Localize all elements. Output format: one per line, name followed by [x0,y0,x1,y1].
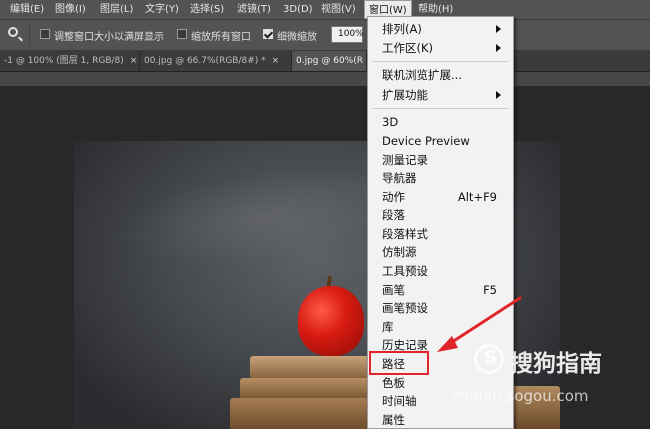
horizontal-ruler [0,72,650,87]
divider [29,24,30,46]
scrubby-zoom-label: 细微缩放 [277,32,317,43]
menu-item-device-preview[interactable]: Device Preview [382,132,503,150]
menu-divider [372,61,509,62]
menu-edit[interactable]: 编辑(E) [10,0,44,19]
menu-item-brush-presets[interactable]: 画笔预设 [382,299,503,317]
menu-item-tool-presets[interactable]: 工具预设 [382,262,503,280]
menu-item-actions[interactable]: 动作 Alt+F9 [382,188,503,206]
document-tab[interactable]: -1 @ 100% (图层 1, RGB/8) × [0,51,140,71]
shortcut-label: Alt+F9 [457,190,497,204]
menu-image[interactable]: 图像(I) [55,0,86,19]
document-tab-active[interactable]: 0.jpg @ 60%(R [292,51,367,71]
menu-item-libraries[interactable]: 库 [382,318,503,336]
menu-item-paragraph-styles[interactable]: 段落样式 [382,225,503,243]
submenu-arrow-icon [496,25,501,33]
options-bar: 调整窗口大小以满屏显示 缩放所有窗口 细微缩放 100% [0,20,650,51]
menu-item-navigator[interactable]: 导航器 [382,169,503,187]
menu-item-properties[interactable]: 属性 [382,411,503,429]
menu-filter[interactable]: 滤镜(T) [237,0,271,19]
submenu-arrow-icon [496,44,501,52]
menu-layer[interactable]: 图层(L) [100,0,133,19]
menu-divider [372,108,509,109]
annotation-highlight-box [369,351,429,375]
menu-item-measurement-log[interactable]: 测量记录 [382,151,503,169]
zoom-percent-field[interactable]: 100% [331,26,364,43]
menu-item-arrange[interactable]: 排列(A) [382,20,503,38]
menu-item-workspace[interactable]: 工作区(K) [382,39,503,57]
menu-type[interactable]: 文字(Y) [145,0,179,19]
submenu-arrow-icon [496,91,501,99]
menu-item-clone-source[interactable]: 仿制源 [382,243,503,261]
tab-label: 00.jpg @ 66.7%(RGB/8#) * [144,56,266,66]
zoom-tool-icon[interactable] [8,27,18,37]
close-icon[interactable]: × [272,56,280,66]
menu-item-brush[interactable]: 画笔 F5 [382,281,503,299]
menu-item-3d[interactable]: 3D [382,113,503,131]
zoom-all-checkbox[interactable] [177,29,187,39]
menu-item-browse-extensions[interactable]: 联机浏览扩展... [382,66,503,84]
tab-label: -1 @ 100% (图层 1, RGB/8) [4,56,124,66]
scrubby-zoom-checkbox[interactable] [263,29,273,39]
fit-windows-label: 调整窗口大小以满屏显示 [54,32,164,43]
sogou-logo-icon [474,344,504,374]
watermark-domain: zhinan.sogou.com [452,387,589,405]
menu-view[interactable]: 视图(V) [321,0,356,19]
menu-bar: 编辑(E) 图像(I) 图层(L) 文字(Y) 选择(S) 滤镜(T) 3D(D… [0,0,650,20]
document-tab-bar: -1 @ 100% (图层 1, RGB/8) × 00.jpg @ 66.7%(… [0,51,650,72]
menu-select[interactable]: 选择(S) [190,0,224,19]
menu-item-paragraph[interactable]: 段落 [382,206,503,224]
close-icon[interactable]: × [130,56,138,66]
document-tab[interactable]: 00.jpg @ 66.7%(RGB/8#) * × [140,51,292,71]
fit-windows-checkbox[interactable] [40,29,50,39]
menu-3d[interactable]: 3D(D) [283,0,313,19]
watermark-brand: 搜狗指南 [510,351,602,377]
zoom-all-label: 缩放所有窗口 [191,32,251,43]
tab-label: 0.jpg @ 60%(R [296,56,364,66]
menu-item-extensions[interactable]: 扩展功能 [382,86,503,104]
shortcut-label: F5 [483,283,497,297]
apple-image [298,286,364,356]
